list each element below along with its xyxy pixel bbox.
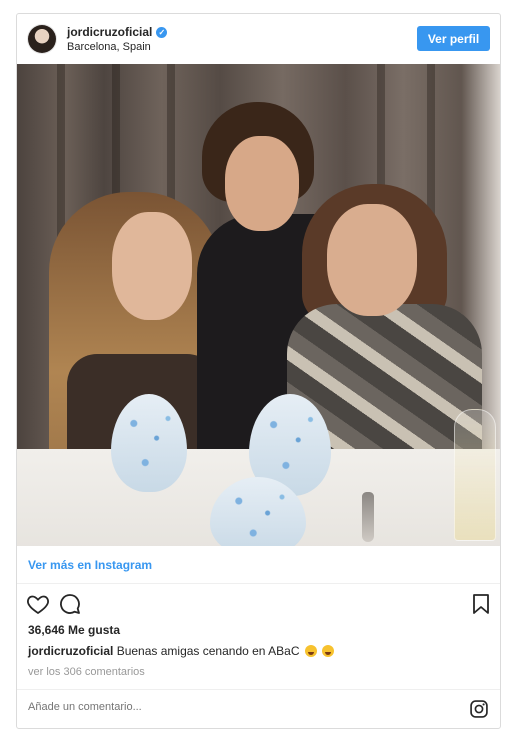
likes-count[interactable]: 36,646 Me gusta [28,623,120,637]
post-photo[interactable] [17,64,500,546]
heart-icon[interactable] [26,592,50,616]
action-bar [17,584,500,622]
grinning-emoji-icon [304,645,317,657]
instagram-embed-card: jordicruzoficial ✓ Barcelona, Spain Ver … [16,13,501,729]
view-profile-button[interactable]: Ver perfil [417,26,490,51]
bookmark-icon[interactable] [469,592,493,616]
comment-bar [17,689,500,729]
username[interactable]: jordicruzoficial [67,25,152,39]
caption-username[interactable]: jordicruzoficial [28,644,113,658]
caption-text: Buenas amigas cenando en ABaC [116,644,300,658]
comment-icon[interactable] [58,592,82,616]
avatar[interactable] [28,25,56,53]
location-link[interactable]: Barcelona, Spain [67,41,151,53]
username-row: jordicruzoficial ✓ [67,25,168,39]
caption: jordicruzoficial Buenas amigas cenando e… [28,644,335,658]
verified-badge-icon: ✓ [156,26,168,38]
comment-input[interactable] [28,701,428,713]
view-more-row: Ver más en Instagram [17,546,500,584]
tongue-emoji-icon [322,645,335,657]
view-comments-link[interactable]: ver los 306 comentarios [28,666,145,678]
instagram-logo-icon[interactable] [469,699,489,719]
post-header: jordicruzoficial ✓ Barcelona, Spain Ver … [17,14,500,64]
view-more-link[interactable]: Ver más en Instagram [28,558,152,572]
